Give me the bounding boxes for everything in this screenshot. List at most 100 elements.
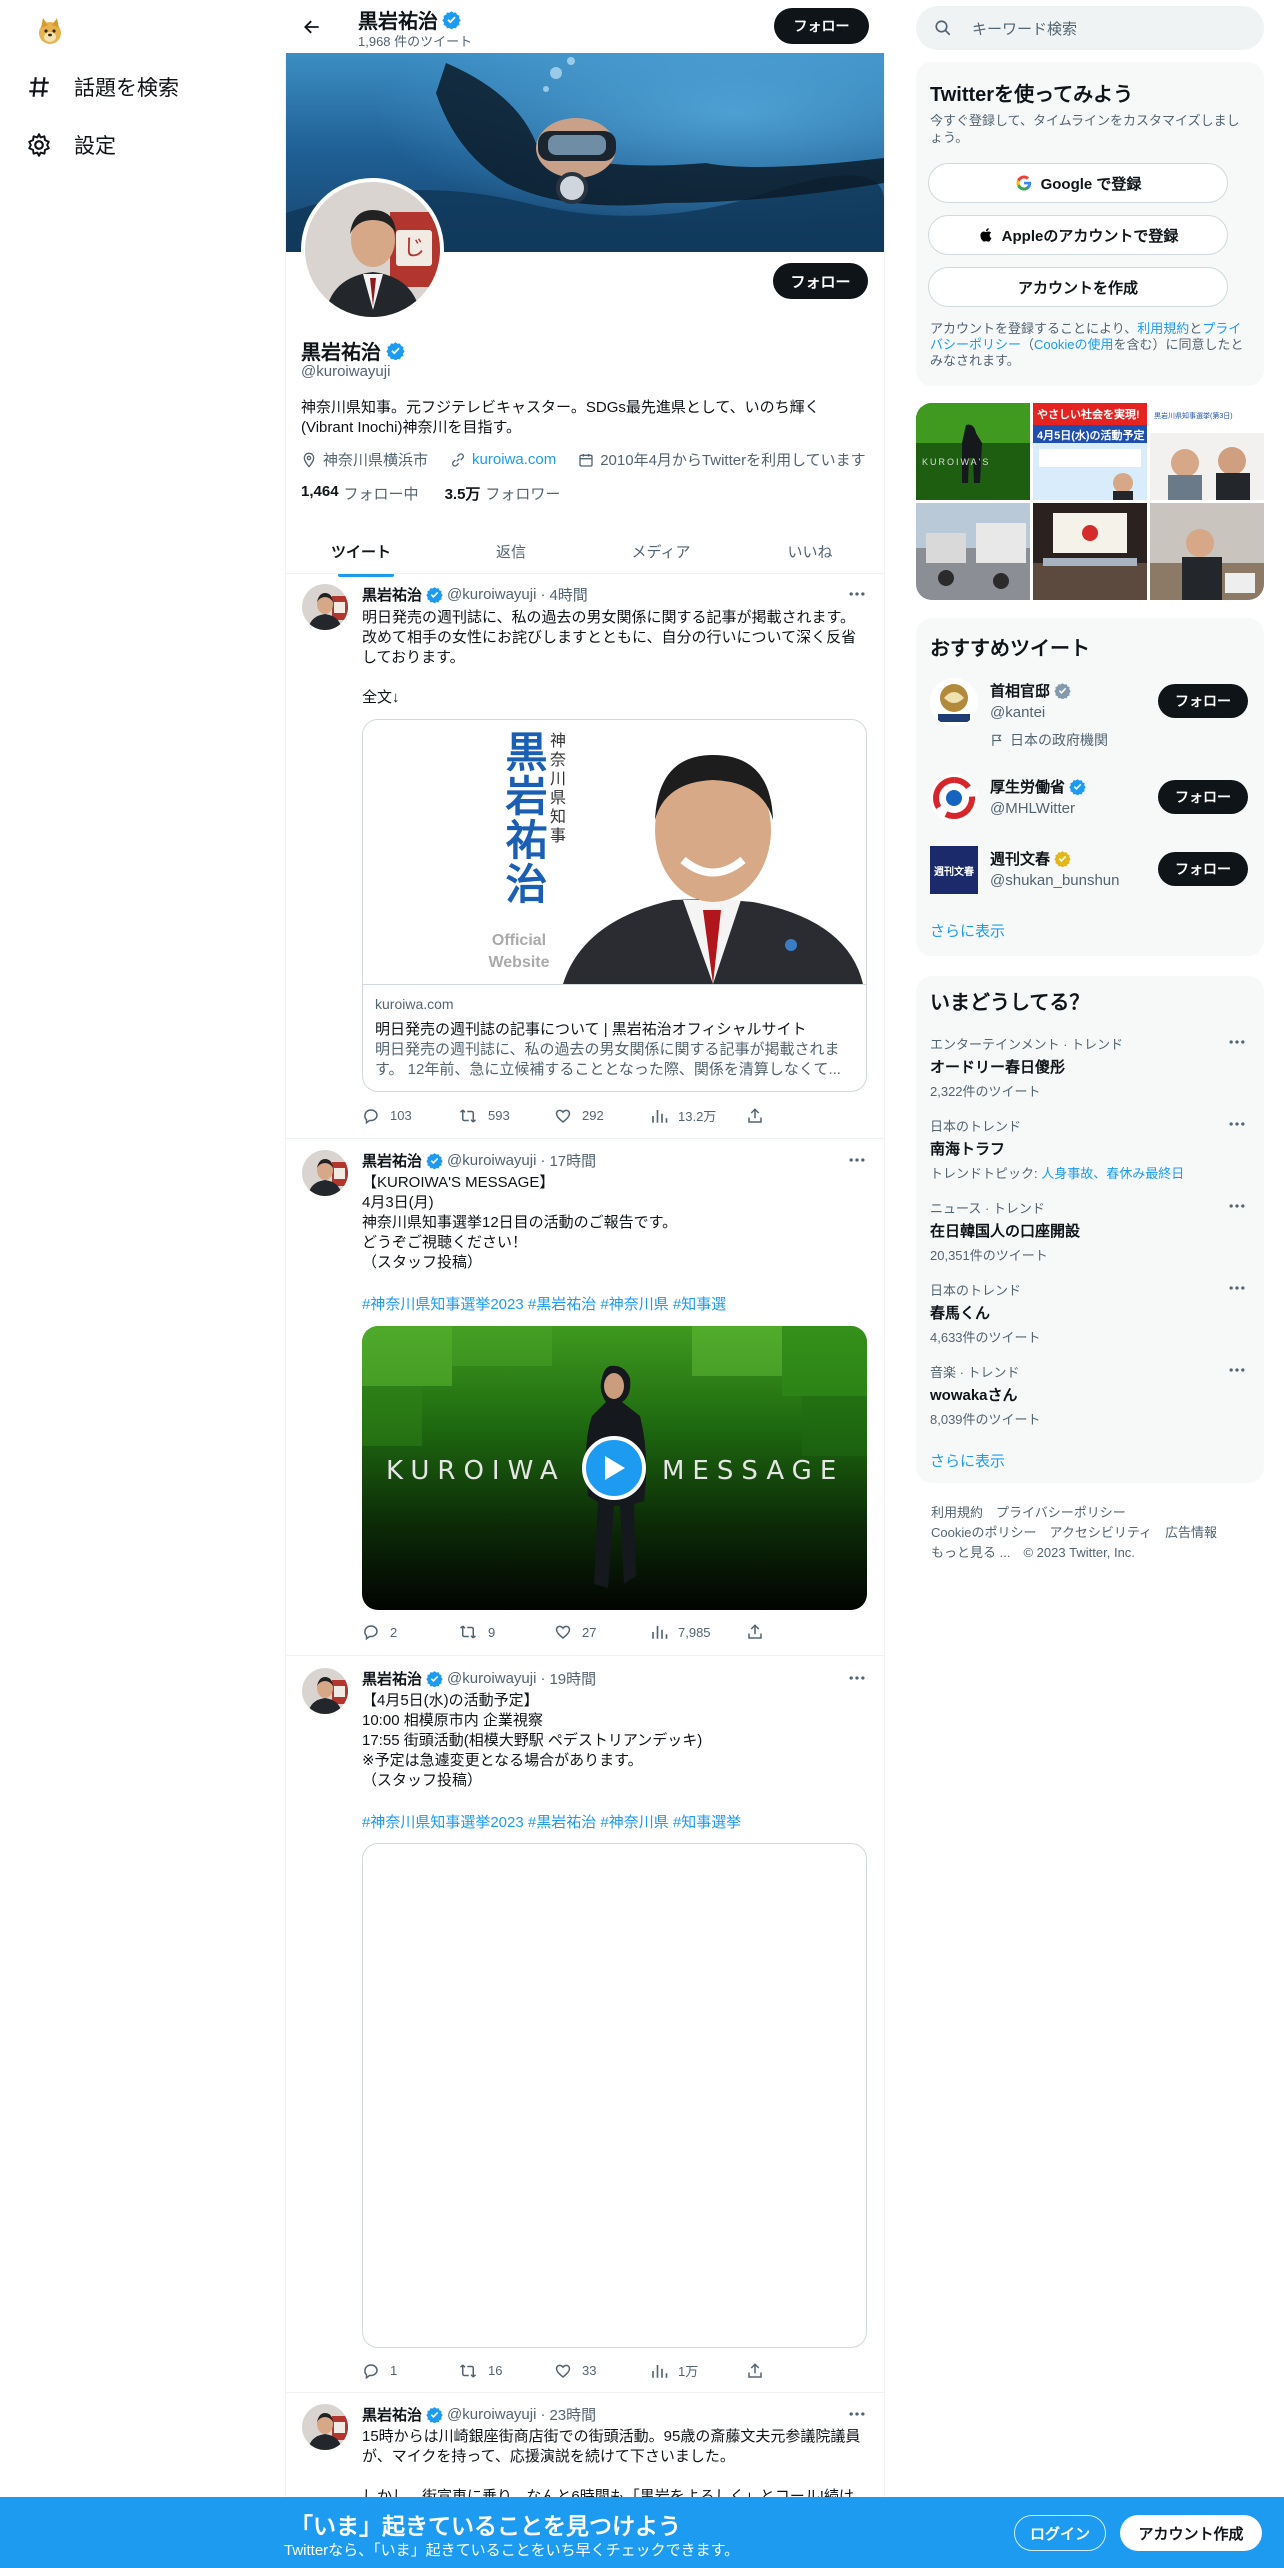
search-box[interactable]: キーワード検索	[916, 6, 1264, 50]
more-options-icon[interactable]	[1227, 1360, 1247, 1380]
views-button[interactable]: 13.2万	[650, 1106, 746, 1125]
tab-media[interactable]: メディア	[586, 525, 736, 577]
tweet-avatar[interactable]	[302, 2404, 348, 2450]
following-count[interactable]: 1,464	[301, 483, 339, 504]
tab-tweets[interactable]: ツイート	[286, 525, 436, 577]
share-button[interactable]	[746, 1106, 842, 1125]
views-button[interactable]: 1万	[650, 2361, 746, 2380]
profile-avatar[interactable]: じ	[301, 178, 444, 321]
trend-item[interactable]: ニュース · トレンド 在日韓国人の口座開設 20,351件のツイート	[930, 1198, 1080, 1264]
account-name[interactable]: 週刊文春	[990, 848, 1050, 869]
share-button[interactable]	[746, 1623, 842, 1641]
trend-item[interactable]: 日本のトレンド 南海トラフ トレンドトピック: 人身事故、春休み最終日	[930, 1116, 1184, 1182]
retweet-button[interactable]: 9	[458, 1623, 554, 1641]
tweet-time[interactable]: 23時間	[549, 2404, 596, 2425]
account-avatar[interactable]	[930, 678, 978, 726]
play-button-icon[interactable]	[582, 1436, 646, 1500]
views-button[interactable]: 7,985	[650, 1623, 746, 1641]
account-handle[interactable]: @shukan_bunshun	[990, 872, 1120, 889]
tab-likes[interactable]: いいね	[736, 525, 884, 577]
trend-item[interactable]: エンターテインメント · トレンド オードリー春日傻彤 2,322件のツイート	[930, 1034, 1123, 1100]
share-button[interactable]	[746, 2361, 842, 2380]
more-options-icon[interactable]	[847, 1150, 867, 1170]
follow-button[interactable]: フォロー	[1158, 780, 1248, 814]
follow-button[interactable]: フォロー	[1158, 852, 1248, 886]
footer-link-row[interactable]: もっと見る ... © 2023 Twitter, Inc.	[931, 1543, 1217, 1563]
like-count: 292	[582, 1108, 604, 1123]
tab-replies[interactable]: 返信	[436, 525, 586, 577]
followers-count[interactable]: 3.5万	[445, 483, 481, 504]
like-button[interactable]: 33	[554, 2361, 650, 2380]
apple-signup-button[interactable]: Appleのアカウントで登録	[928, 215, 1228, 255]
profile-follow-button[interactable]: フォロー	[773, 263, 868, 299]
tweet-author-name[interactable]: 黒岩祐治	[362, 1668, 422, 1689]
tweet-hashtags[interactable]: #神奈川県知事選挙2023 #黒岩祐治 #神奈川県 #知事選挙	[362, 1811, 741, 1832]
more-options-icon[interactable]	[1227, 1278, 1247, 1298]
reply-button[interactable]: 103	[362, 1106, 458, 1125]
tweet-time[interactable]: 4時間	[549, 584, 587, 605]
media-thumb[interactable]: KUROIWA'S	[916, 403, 1030, 500]
signup-button[interactable]: アカウント作成	[1120, 2515, 1262, 2551]
following-label[interactable]: フォロー中	[344, 483, 419, 504]
reply-button[interactable]: 1	[362, 2361, 458, 2380]
tweet-media-placeholder[interactable]	[362, 1843, 867, 2348]
more-options-icon[interactable]	[1227, 1196, 1247, 1216]
cookie-link[interactable]: Cookieの使用	[1034, 337, 1113, 352]
tweet-avatar[interactable]	[302, 1150, 348, 1196]
tweet-video[interactable]: KUROIWA MESSAGE	[362, 1326, 867, 1610]
media-thumb[interactable]	[916, 503, 1030, 600]
media-thumb[interactable]	[1033, 503, 1147, 600]
header-follow-button[interactable]: フォロー	[774, 8, 869, 44]
follow-button[interactable]: フォロー	[1158, 684, 1248, 718]
back-arrow-icon[interactable]	[297, 12, 327, 42]
tweet-avatar[interactable]	[302, 1668, 348, 1714]
google-signup-button[interactable]: Google で登録	[928, 163, 1228, 203]
followers-label[interactable]: フォロワー	[485, 483, 560, 504]
account-handle[interactable]: @MHLWitter	[990, 800, 1075, 817]
more-options-icon[interactable]	[847, 584, 867, 604]
tweet-author-handle[interactable]: @kuroiwayuji	[447, 1152, 536, 1169]
tweet-author-handle[interactable]: @kuroiwayuji	[447, 586, 536, 603]
more-options-icon[interactable]	[847, 2404, 867, 2424]
account-avatar[interactable]: 週刊文春	[930, 846, 978, 894]
tweet-time[interactable]: 17時間	[549, 1150, 596, 1171]
media-thumb[interactable]: やさしい社会を実現! 4月5日(水)の活動予定	[1033, 403, 1147, 500]
tweet-author-name[interactable]: 黒岩祐治	[362, 1150, 422, 1171]
terms-link[interactable]: 利用規約	[1137, 321, 1189, 336]
like-button[interactable]: 292	[554, 1106, 650, 1125]
tweet-time[interactable]: 19時間	[549, 1668, 596, 1689]
footer-link-row[interactable]: Cookieのポリシー アクセシビリティ 広告情報	[931, 1523, 1217, 1543]
tweet-author-name[interactable]: 黒岩祐治	[362, 584, 422, 605]
app-logo-icon[interactable]	[30, 14, 70, 46]
account-name[interactable]: 厚生労働省	[990, 776, 1065, 797]
tweet-author-name[interactable]: 黒岩祐治	[362, 2404, 422, 2425]
link-card[interactable]: 黒岩祐治 神奈川県知事 Official Website kuroiwa.com…	[362, 719, 867, 1092]
trend-topic-links[interactable]: 人身事故、春休み最終日	[1041, 1166, 1184, 1181]
tweet-hashtags[interactable]: #神奈川県知事選挙2023 #黒岩祐治 #神奈川県 #知事選	[362, 1293, 726, 1314]
trend-item[interactable]: 日本のトレンド 春馬くん 4,633件のツイート	[930, 1280, 1041, 1346]
media-thumb[interactable]	[1150, 503, 1264, 600]
tweet-avatar[interactable]	[302, 584, 348, 630]
nav-explore[interactable]: 話題を検索	[26, 59, 179, 115]
trend-item[interactable]: 音楽 · トレンド wowakaさん 8,039件のツイート	[930, 1362, 1041, 1428]
account-avatar[interactable]	[930, 774, 978, 822]
media-thumb[interactable]: 黒岩川県知事選挙(第3日)	[1150, 403, 1264, 500]
nav-settings[interactable]: 設定	[26, 117, 116, 173]
reply-button[interactable]: 2	[362, 1623, 458, 1641]
show-more-link[interactable]: さらに表示	[930, 1450, 1005, 1471]
tweet-author-handle[interactable]: @kuroiwayuji	[447, 2406, 536, 2423]
create-account-button[interactable]: アカウントを作成	[928, 267, 1228, 307]
retweet-button[interactable]: 16	[458, 2361, 554, 2380]
account-handle[interactable]: @kantei	[990, 704, 1045, 721]
more-options-icon[interactable]	[1227, 1032, 1247, 1052]
footer-link-row[interactable]: 利用規約 プライバシーポリシー	[931, 1503, 1217, 1523]
show-more-link[interactable]: さらに表示	[930, 920, 1005, 941]
more-options-icon[interactable]	[1227, 1114, 1247, 1134]
more-options-icon[interactable]	[847, 1668, 867, 1688]
login-button[interactable]: ログイン	[1014, 2515, 1106, 2551]
account-name[interactable]: 首相官邸	[990, 680, 1050, 701]
profile-website-link[interactable]: kuroiwa.com	[472, 451, 556, 468]
retweet-button[interactable]: 593	[458, 1106, 554, 1125]
like-button[interactable]: 27	[554, 1623, 650, 1641]
tweet-author-handle[interactable]: @kuroiwayuji	[447, 1670, 536, 1687]
